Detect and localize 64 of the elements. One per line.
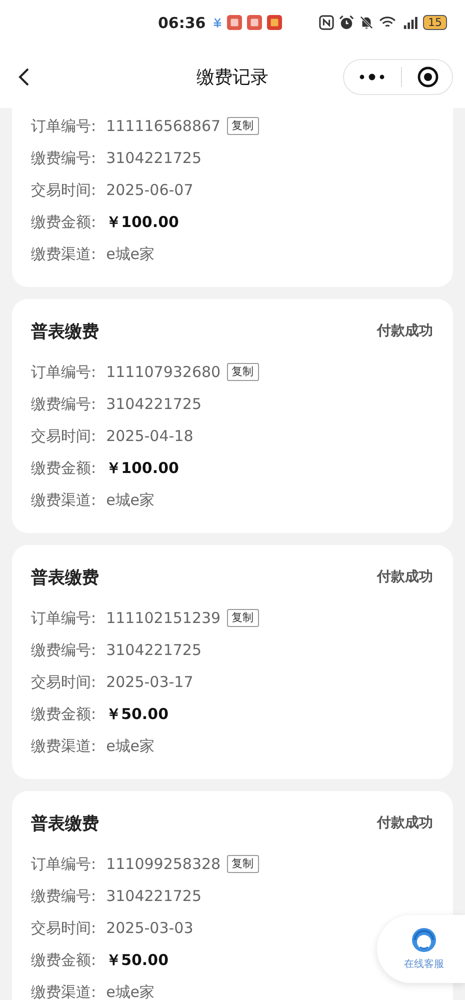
field-value: 2025-04-18 [106, 427, 194, 445]
field-label: 订单编号: [31, 854, 96, 874]
record-title: 普表缴费 [31, 812, 99, 834]
field-label: 缴费渠道: [31, 490, 96, 510]
copy-button[interactable]: 复制 [226, 117, 259, 135]
order-number: 111102151239 [106, 609, 221, 627]
order-number: 111099258328 [106, 855, 221, 873]
payment-status: 付款成功 [377, 322, 433, 340]
wifi-icon [379, 16, 396, 29]
signal-icon [401, 16, 418, 29]
order-number: 111116568867 [106, 117, 221, 135]
field-value: 3104221725 [106, 395, 202, 413]
field-value: e城e家 [106, 490, 155, 510]
field-value: e城e家 [106, 736, 155, 756]
field-value: 3104221725 [106, 887, 202, 905]
field-label: 缴费金额: [31, 704, 96, 724]
copy-button[interactable]: 复制 [226, 609, 259, 627]
field-label: 交易时间: [31, 672, 96, 692]
alarm-icon [339, 15, 354, 30]
field-label: 缴费渠道: [31, 736, 96, 756]
field-label: 缴费编号: [31, 148, 96, 168]
field-value: 2025-03-03 [106, 919, 194, 937]
field-value: 2025-03-17 [106, 673, 194, 691]
app-icon [226, 15, 242, 30]
field-label: 交易时间: [31, 918, 96, 938]
app-icon [246, 15, 262, 30]
field-value: e城e家 [106, 982, 155, 1000]
field-label: 缴费编号: [31, 886, 96, 906]
payment-amount: ￥50.00 [106, 704, 169, 724]
payment-amount: ￥100.00 [106, 458, 179, 478]
field-value: 3104221725 [106, 149, 202, 167]
order-number: 111107932680 [106, 363, 221, 381]
payment-amount: ￥50.00 [106, 950, 169, 970]
close-icon[interactable] [416, 66, 438, 88]
record-title: 普表缴费 [31, 320, 99, 342]
field-label: 订单编号: [31, 116, 96, 136]
mute-icon [359, 15, 374, 30]
battery-indicator: 15 [423, 15, 447, 30]
copy-button[interactable]: 复制 [226, 855, 259, 873]
field-label: 缴费渠道: [31, 244, 96, 264]
nfc-icon [319, 15, 334, 30]
field-value: e城e家 [106, 244, 155, 264]
field-label: 缴费渠道: [31, 982, 96, 1000]
payment-status: 付款成功 [377, 568, 433, 586]
field-label: 缴费金额: [31, 458, 96, 478]
page-title: 缴费记录 [196, 66, 268, 88]
field-label: 订单编号: [31, 608, 96, 628]
field-label: 缴费金额: [31, 212, 96, 232]
status-time: 06:36 [158, 14, 206, 32]
back-icon[interactable] [18, 66, 30, 86]
record-title: 普表缴费 [31, 566, 99, 588]
field-label: 缴费金额: [31, 950, 96, 970]
field-label: 缴费编号: [31, 640, 96, 660]
field-label: 交易时间: [31, 426, 96, 446]
field-label: 缴费编号: [31, 394, 96, 414]
payment-status: 付款成功 [377, 814, 433, 832]
field-value: 3104221725 [106, 641, 202, 659]
app-icon [266, 15, 282, 30]
copy-button[interactable]: 复制 [226, 363, 259, 381]
payment-amount: ￥100.00 [106, 212, 179, 232]
more-icon[interactable] [358, 72, 386, 80]
field-label: 交易时间: [31, 180, 96, 200]
field-label: 订单编号: [31, 362, 96, 382]
field-value: 2025-06-07 [106, 181, 194, 199]
